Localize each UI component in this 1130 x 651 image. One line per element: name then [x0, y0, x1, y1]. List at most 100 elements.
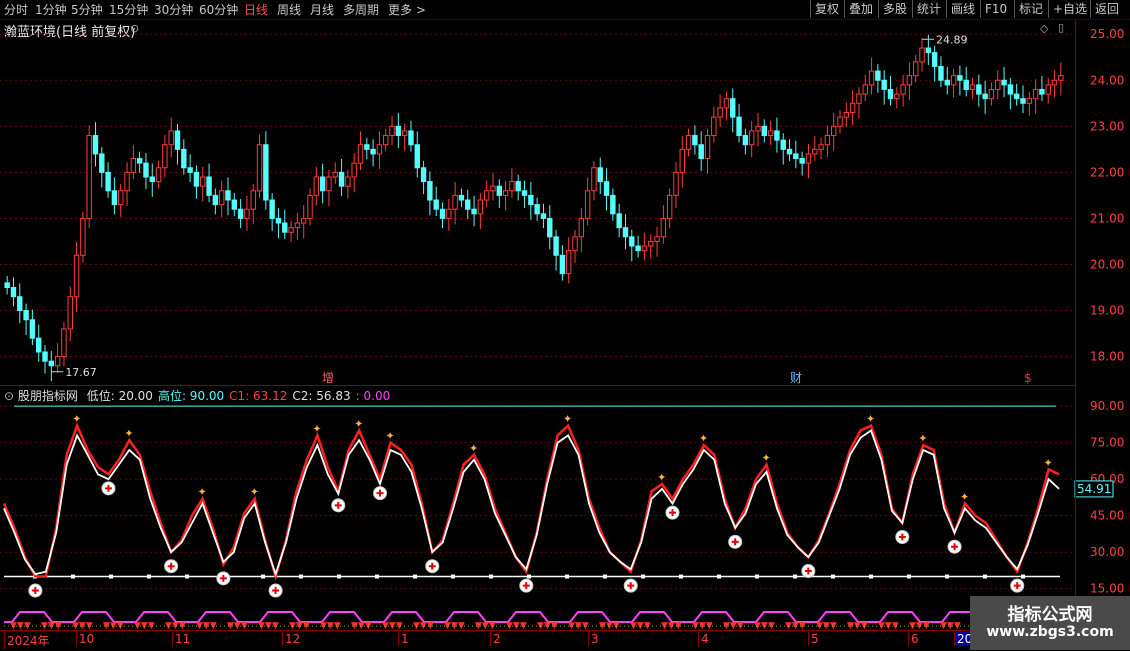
candle-body[interactable]: [1045, 84, 1051, 95]
candle-body[interactable]: [730, 98, 736, 118]
candle-body[interactable]: [1039, 88, 1045, 95]
candle-body[interactable]: [458, 194, 465, 201]
candle-body[interactable]: [761, 125, 768, 137]
candle-body[interactable]: [376, 144, 383, 155]
toolbar-button-4[interactable]: 画线: [946, 0, 980, 18]
candle-body[interactable]: [80, 217, 86, 256]
candle-body[interactable]: [641, 245, 648, 252]
period-tab-7[interactable]: 周线: [277, 1, 301, 18]
candle-body[interactable]: [401, 130, 408, 137]
candle-body[interactable]: [35, 337, 42, 353]
candle-body[interactable]: [591, 167, 597, 192]
candle-body[interactable]: [799, 158, 805, 164]
candle-body[interactable]: [4, 282, 10, 289]
period-tab-9[interactable]: 多周期: [343, 1, 379, 18]
candle-body[interactable]: [780, 139, 786, 150]
candle-body[interactable]: [48, 360, 55, 367]
candle-body[interactable]: [553, 236, 559, 256]
candle-body[interactable]: [742, 135, 749, 146]
toolbar-button-2[interactable]: 多股: [878, 0, 912, 18]
candle-body[interactable]: [250, 190, 256, 210]
candle-body[interactable]: [29, 319, 36, 339]
candle-body[interactable]: [881, 79, 887, 90]
candle-body[interactable]: [193, 171, 200, 187]
period-tab-8[interactable]: 月线: [310, 1, 334, 18]
candle-body[interactable]: [818, 144, 824, 150]
candle-body[interactable]: [319, 176, 326, 192]
candle-body[interactable]: [950, 75, 957, 86]
candle-body[interactable]: [86, 135, 92, 219]
candle-body[interactable]: [288, 227, 294, 233]
candle-body[interactable]: [433, 199, 439, 210]
candle-body[interactable]: [919, 47, 925, 63]
candle-body[interactable]: [351, 162, 357, 178]
candle-body[interactable]: [1026, 98, 1033, 104]
candle-body[interactable]: [925, 47, 932, 54]
candle-body[interactable]: [931, 52, 938, 67]
candle-body[interactable]: [200, 176, 206, 187]
candle-body[interactable]: [547, 217, 553, 238]
candle-body[interactable]: [906, 75, 913, 86]
event-marker[interactable]: 增: [322, 371, 334, 385]
candle-body[interactable]: [313, 176, 320, 196]
candle-body[interactable]: [887, 88, 894, 100]
candle-body[interactable]: [187, 167, 193, 173]
candle-body[interactable]: [843, 112, 850, 118]
period-tab-5[interactable]: 60分钟: [199, 1, 238, 18]
candle-body[interactable]: [1058, 75, 1064, 81]
candle-body[interactable]: [736, 116, 742, 137]
candle-body[interactable]: [23, 310, 29, 321]
candle-body[interactable]: [105, 171, 111, 192]
candle-body[interactable]: [534, 204, 540, 215]
candle-body[interactable]: [181, 148, 187, 169]
candle-body[interactable]: [452, 194, 458, 210]
candle-body[interactable]: [130, 158, 137, 173]
candle-body[interactable]: [244, 208, 250, 219]
toolbar-button-1[interactable]: 叠加: [844, 0, 878, 18]
toolbar-button-8[interactable]: 返回: [1090, 0, 1122, 18]
candle-body[interactable]: [149, 176, 155, 183]
candle-body[interactable]: [256, 144, 263, 192]
candle-body[interactable]: [793, 153, 799, 160]
candle-body[interactable]: [856, 93, 862, 104]
candle-body[interactable]: [471, 208, 477, 215]
candle-body[interactable]: [168, 130, 174, 146]
period-tab-4[interactable]: 30分钟: [154, 1, 193, 18]
indicator-chart[interactable]: 15.0030.0045.0060.0075.0090.00✦✦✦ ✦✦ ✦✦✦✦✦…: [0, 386, 1130, 630]
candle-body[interactable]: [1051, 79, 1058, 86]
candlestick-chart[interactable]: 18.00 19.00 20.00 21.00 22.00 23.00 24.00 25.00…: [0, 20, 1130, 385]
period-tab-3[interactable]: 15分钟: [109, 1, 148, 18]
candle-body[interactable]: [1013, 93, 1020, 100]
toolbar-button-5[interactable]: F10: [980, 0, 1014, 18]
candle-body[interactable]: [275, 217, 282, 224]
event-marker[interactable]: $: [1024, 371, 1032, 385]
period-tab-10[interactable]: 更多 >: [388, 1, 426, 18]
candle-body[interactable]: [383, 135, 389, 146]
candle-body[interactable]: [389, 125, 395, 137]
candle-body[interactable]: [988, 88, 995, 100]
candle-body[interactable]: [231, 199, 238, 210]
candle-body[interactable]: [73, 254, 80, 298]
candle-body[interactable]: [812, 148, 818, 155]
candle-body[interactable]: [875, 70, 881, 81]
candle-body[interactable]: [629, 236, 635, 247]
candle-body[interactable]: [490, 185, 496, 192]
candle-body[interactable]: [206, 176, 212, 196]
candle-body[interactable]: [660, 217, 667, 238]
candle-body[interactable]: [963, 79, 969, 90]
candle-body[interactable]: [666, 194, 673, 219]
candle-body[interactable]: [307, 194, 313, 219]
candle-body[interactable]: [900, 84, 906, 95]
candle-body[interactable]: [1001, 79, 1007, 86]
candle-body[interactable]: [515, 181, 521, 192]
candle-body[interactable]: [622, 227, 629, 238]
candle-body[interactable]: [225, 190, 231, 201]
candle-body[interactable]: [420, 167, 427, 183]
candle-body[interactable]: [496, 185, 503, 196]
candle-body[interactable]: [774, 130, 780, 141]
candle-body[interactable]: [446, 208, 452, 219]
candle-body[interactable]: [723, 98, 730, 109]
candle-body[interactable]: [957, 75, 963, 81]
candle-body[interactable]: [1020, 98, 1026, 104]
candle-body[interactable]: [786, 148, 793, 155]
